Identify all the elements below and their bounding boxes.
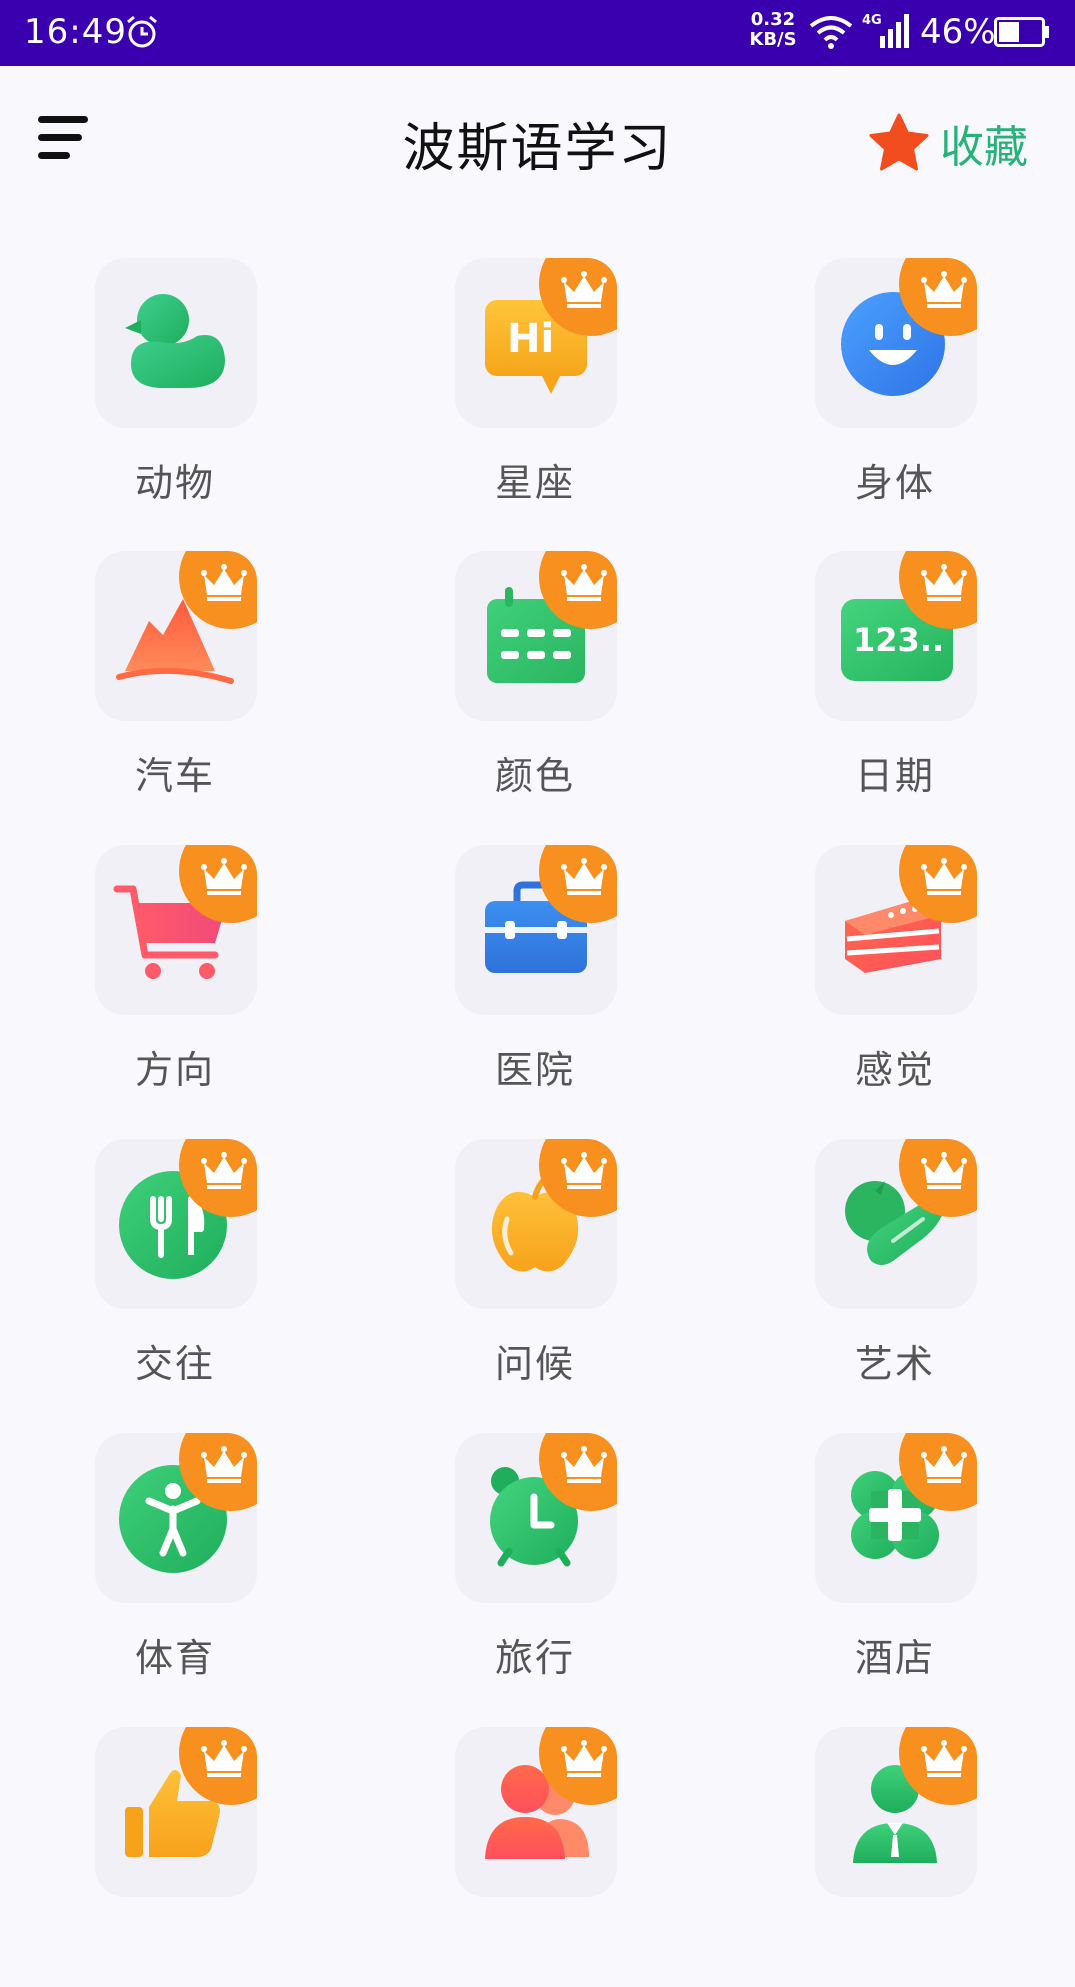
category-item[interactable]: 旅行 xyxy=(385,1433,685,1693)
category-item[interactable]: 汽车 xyxy=(25,551,325,811)
category-tile xyxy=(455,845,617,1015)
battery-icon xyxy=(994,17,1049,47)
svg-text:Hi: Hi xyxy=(507,316,554,362)
category-label: 酒店 xyxy=(854,1636,935,1680)
category-tile xyxy=(95,258,257,428)
category-item[interactable]: 艺术 xyxy=(745,1139,1045,1399)
category-item[interactable] xyxy=(745,1727,1045,1987)
star-icon xyxy=(869,113,929,171)
status-bar: 16:49 0.32 KB/S 4G 46% xyxy=(0,0,1075,66)
category-item[interactable]: 123.. 日期 xyxy=(745,551,1045,811)
favorites-label: 收藏 xyxy=(940,122,1028,173)
category-tile xyxy=(815,258,977,428)
category-label: 体育 xyxy=(134,1636,215,1680)
category-label: 日期 xyxy=(854,754,935,798)
network-speed-unit: KB/S xyxy=(749,29,797,50)
category-label: 方向 xyxy=(134,1048,215,1092)
category-tile xyxy=(455,1433,617,1603)
category-tile xyxy=(95,1433,257,1603)
category-tile xyxy=(95,845,257,1015)
crown-icon xyxy=(201,1740,247,1777)
category-tile xyxy=(95,1139,257,1309)
favorites-button[interactable]: 收藏 xyxy=(868,108,1028,178)
network-speed-value: 0.32 xyxy=(750,9,796,30)
category-label: 汽车 xyxy=(134,754,215,798)
category-tile xyxy=(815,1139,977,1309)
category-label: 交往 xyxy=(134,1342,215,1386)
crown-icon xyxy=(201,858,247,895)
category-tile xyxy=(815,1727,977,1897)
crown-icon xyxy=(561,1446,607,1483)
crown-icon xyxy=(921,1152,967,1189)
crown-icon xyxy=(561,564,607,601)
cellular-signal-icon: 4G xyxy=(862,13,909,48)
crown-icon xyxy=(921,271,967,308)
category-item[interactable] xyxy=(25,1727,325,1987)
category-label: 身体 xyxy=(854,461,935,505)
crown-icon xyxy=(921,858,967,895)
category-label: 艺术 xyxy=(854,1342,935,1386)
category-item[interactable]: 问候 xyxy=(385,1139,685,1399)
category-label: 颜色 xyxy=(494,754,575,798)
category-tile xyxy=(815,845,977,1015)
category-tile xyxy=(95,551,257,721)
category-tile xyxy=(455,1139,617,1309)
wifi-icon xyxy=(809,16,853,49)
category-tile xyxy=(455,551,617,721)
network-speed: 0.32 KB/S xyxy=(748,10,798,50)
category-tile xyxy=(815,1433,977,1603)
crown-icon xyxy=(561,858,607,895)
category-label: 动物 xyxy=(134,461,215,505)
crown-icon xyxy=(201,1446,247,1483)
category-label: 医院 xyxy=(494,1048,575,1092)
category-item[interactable] xyxy=(385,1727,685,1987)
battery-percent: 46% xyxy=(920,12,996,52)
category-item[interactable]: 酒店 xyxy=(745,1433,1045,1693)
category-item[interactable]: 颜色 xyxy=(385,551,685,811)
category-label: 星座 xyxy=(494,461,575,505)
category-item[interactable]: 方向 xyxy=(25,845,325,1105)
crown-icon xyxy=(201,564,247,601)
status-time: 16:49 xyxy=(24,12,127,52)
category-item[interactable]: 感觉 xyxy=(745,845,1045,1105)
category-item[interactable]: Hi 星座 xyxy=(385,258,685,518)
category-tile: 123.. xyxy=(815,551,977,721)
category-label: 旅行 xyxy=(494,1636,575,1680)
crown-icon xyxy=(201,1152,247,1189)
category-item[interactable]: 身体 xyxy=(745,258,1045,518)
category-item[interactable]: 交往 xyxy=(25,1139,325,1399)
crown-icon xyxy=(561,1152,607,1189)
category-tile: Hi xyxy=(455,258,617,428)
category-label: 感觉 xyxy=(854,1048,935,1092)
category-item[interactable]: 动物 xyxy=(25,258,325,518)
category-item[interactable]: 医院 xyxy=(385,845,685,1105)
network-type-label: 4G xyxy=(862,13,882,28)
crown-icon xyxy=(921,564,967,601)
category-label: 问候 xyxy=(494,1342,575,1386)
crown-icon xyxy=(921,1446,967,1483)
category-tile xyxy=(455,1727,617,1897)
duck-icon xyxy=(125,294,225,388)
crown-icon xyxy=(921,1740,967,1777)
app-bar: 波斯语学习 收藏 xyxy=(0,66,1075,216)
crown-icon xyxy=(561,1740,607,1777)
category-tile xyxy=(95,1727,257,1897)
alarm-icon xyxy=(127,15,157,48)
crown-icon xyxy=(561,271,607,308)
svg-text:123..: 123.. xyxy=(853,621,944,659)
category-item[interactable]: 体育 xyxy=(25,1433,325,1693)
